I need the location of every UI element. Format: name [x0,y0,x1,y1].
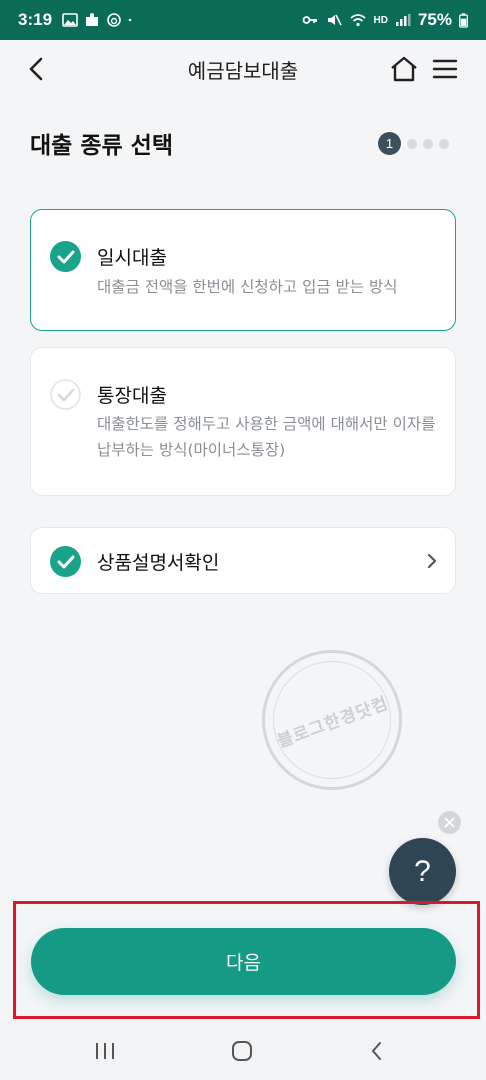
help-button[interactable]: ? [389,838,456,905]
check-circle-outline-icon [50,379,81,410]
option-label: 통장대출 [97,385,167,407]
status-time: 3:19 [18,10,53,29]
b-app-icon [107,13,121,27]
hamburger-menu-icon[interactable] [430,54,460,84]
check-circle-filled-icon [50,241,81,272]
key-icon [302,16,317,24]
battery-icon [459,12,468,28]
dot-icon [128,18,132,22]
option-description: 대출한도를 정해두고 사용한 금액에 대해서만 이자를 납부하는 방식(마이너스… [97,415,436,459]
step-dot [423,138,433,149]
status-bar: 3:19 HD 75% [0,0,486,40]
check-circle-filled-icon [50,546,81,577]
option-lump-sum-loan[interactable]: 일시대출 대출금 전액을 한번에 신청하고 입금 받는 방식 [30,209,456,331]
option-overdraft-loan[interactable]: 통장대출 대출한도를 정해두고 사용한 금액에 대해서만 이자를 납부하는 방식… [30,347,456,496]
home-icon[interactable] [388,54,420,84]
back-icon [372,1042,381,1060]
chevron-right-icon [427,553,437,569]
step-indicator: 1 [378,132,449,155]
signal-icon [395,14,411,26]
home-nav-button[interactable] [227,1036,257,1066]
option-description: 대출금 전액을 한번에 신청하고 입금 받는 방식 [97,278,398,296]
page-title: 예금담보대출 [187,58,299,83]
section-title: 대출 종류 선택 [30,133,173,159]
confirm-label: 상품설명서확인 [97,552,220,574]
puzzle-icon [86,13,99,26]
step-dot [439,138,449,149]
gallery-icon [62,13,78,27]
system-nav-bar [0,1022,486,1080]
back-nav-button[interactable] [362,1036,392,1066]
step-dot [407,138,417,149]
next-button[interactable]: 다음 [31,928,456,995]
network-type: HD [373,14,388,26]
option-label: 일시대출 [97,247,167,269]
close-help-button[interactable] [438,811,461,834]
wifi-icon [349,14,366,27]
product-description-confirm[interactable]: 상품설명서확인 [30,527,456,594]
mute-icon [327,14,342,26]
recent-apps-icon [96,1043,114,1059]
battery-percent: 75% [417,10,452,29]
current-step: 1 [378,132,401,155]
recent-apps-button[interactable] [90,1036,120,1066]
chevron-left-icon[interactable] [22,54,52,84]
watermark-stamp: 블로그한경닷컴 [242,630,422,810]
close-icon [444,817,455,828]
app-bar: 예금담보대출 [0,40,486,98]
home-circle-icon [232,1041,252,1061]
